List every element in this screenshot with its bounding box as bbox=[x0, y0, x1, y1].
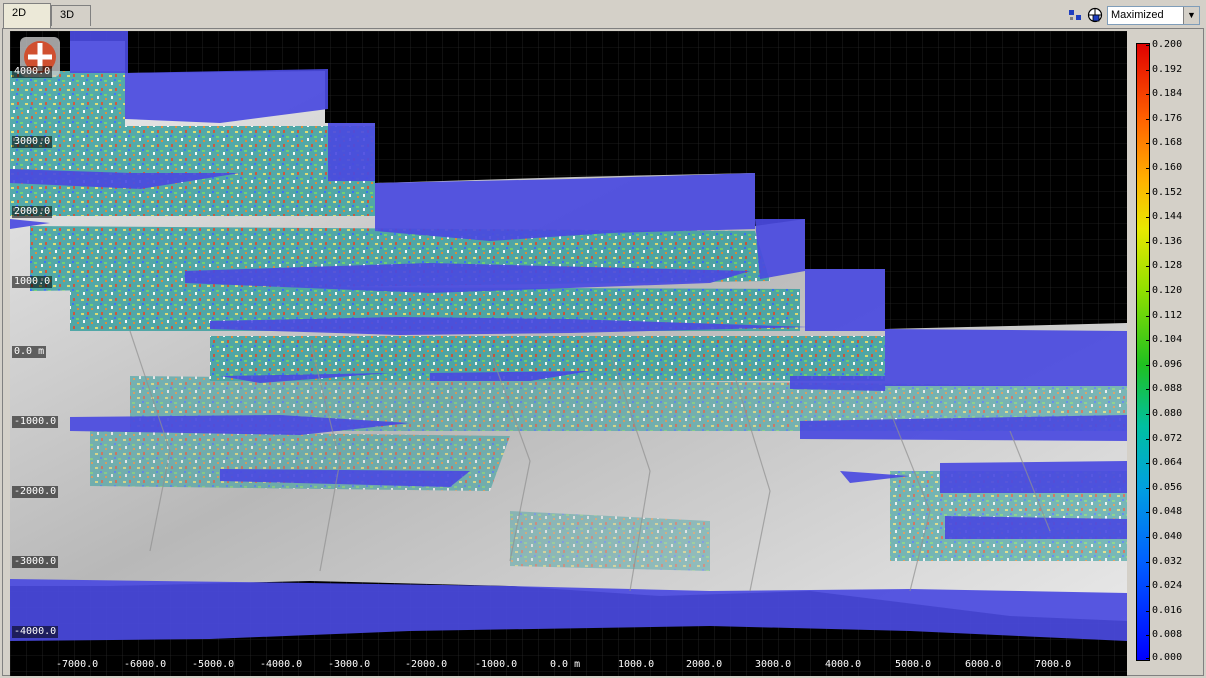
legend-label: 0.112 bbox=[1145, 309, 1183, 321]
x-tick-label: 5000.0 bbox=[895, 659, 932, 670]
legend-label: 0.064 bbox=[1145, 457, 1183, 469]
y-tick-label: -2000.0 bbox=[12, 486, 59, 498]
legend-label: 0.024 bbox=[1145, 580, 1183, 592]
legend-label: 0.176 bbox=[1145, 112, 1183, 124]
y-tick-label: 1000.0 bbox=[12, 276, 53, 288]
legend-label: 0.016 bbox=[1145, 604, 1183, 616]
x-tick-label: -7000.0 bbox=[56, 659, 99, 670]
grid-dots-icon[interactable] bbox=[1067, 7, 1083, 23]
legend-label: 0.008 bbox=[1145, 629, 1183, 641]
chevron-down-icon[interactable]: ▼ bbox=[1183, 7, 1199, 24]
legend-label: 0.128 bbox=[1145, 260, 1183, 272]
y-tick-label: -1000.0 bbox=[12, 416, 59, 428]
legend-label: 0.072 bbox=[1145, 432, 1183, 444]
legend-label: 0.160 bbox=[1145, 162, 1183, 173]
x-tick-label: 1000.0 bbox=[618, 659, 655, 670]
legend-label: 0.056 bbox=[1145, 481, 1183, 493]
legend-label: 0.120 bbox=[1145, 285, 1183, 296]
legend-label: 0.168 bbox=[1145, 137, 1183, 149]
y-tick-label: 4000.0 bbox=[12, 66, 53, 78]
x-tick-label: 4000.0 bbox=[825, 659, 862, 670]
x-tick-label: 0.0 m bbox=[550, 659, 581, 670]
view-toolbar: 2D 3D Maximized ▼ bbox=[0, 0, 1206, 28]
x-tick-label: -4000.0 bbox=[260, 659, 303, 670]
legend-label: 0.184 bbox=[1145, 88, 1183, 100]
x-tick-label: -6000.0 bbox=[124, 659, 167, 670]
x-tick-label: -1000.0 bbox=[475, 659, 518, 670]
y-tick-label: 0.0 m bbox=[12, 346, 47, 358]
scan-map-canvas[interactable] bbox=[10, 31, 1127, 676]
x-tick-label: 7000.0 bbox=[1035, 659, 1072, 670]
view-mode-select[interactable]: Maximized ▼ bbox=[1107, 6, 1200, 25]
x-tick-label: -3000.0 bbox=[328, 659, 371, 670]
y-tick-label: -4000.0 bbox=[12, 626, 59, 638]
color-scale-legend: 0.200 0.192 0.184 0.176 0.168 0.160 0.15… bbox=[1130, 33, 1200, 663]
legend-label: 0.032 bbox=[1145, 555, 1183, 567]
legend-label: 0.104 bbox=[1145, 334, 1183, 346]
legend-label: 0.200 bbox=[1145, 39, 1183, 50]
map-viewport[interactable]: 4000.0 3000.0 2000.0 1000.0 0.0 m -1000.… bbox=[10, 31, 1127, 676]
legend-label: 0.136 bbox=[1145, 235, 1183, 247]
view-mode-value: Maximized bbox=[1111, 9, 1164, 21]
x-tick-label: -5000.0 bbox=[192, 659, 235, 670]
y-tick-label: 2000.0 bbox=[12, 206, 53, 218]
y-tick-label: 3000.0 bbox=[12, 136, 53, 148]
legend-label: 0.088 bbox=[1145, 383, 1183, 395]
color-scale-bar bbox=[1136, 43, 1150, 661]
x-tick-label: 2000.0 bbox=[686, 659, 723, 670]
legend-label: 0.040 bbox=[1145, 531, 1183, 542]
tab-2d[interactable]: 2D bbox=[3, 3, 51, 28]
y-tick-label: -3000.0 bbox=[12, 556, 59, 568]
tab-3d[interactable]: 3D bbox=[51, 5, 91, 26]
legend-label: 0.144 bbox=[1145, 211, 1183, 223]
legend-label: 0.096 bbox=[1145, 358, 1183, 370]
legend-label: 0.000 bbox=[1145, 652, 1183, 663]
globe-lock-icon[interactable] bbox=[1087, 7, 1103, 23]
x-tick-label: -2000.0 bbox=[405, 659, 448, 670]
legend-label: 0.048 bbox=[1145, 506, 1183, 518]
legend-label: 0.152 bbox=[1145, 186, 1183, 198]
legend-label: 0.192 bbox=[1145, 63, 1183, 75]
x-tick-label: 3000.0 bbox=[755, 659, 792, 670]
x-tick-label: 6000.0 bbox=[965, 659, 1002, 670]
legend-label: 0.080 bbox=[1145, 408, 1183, 419]
